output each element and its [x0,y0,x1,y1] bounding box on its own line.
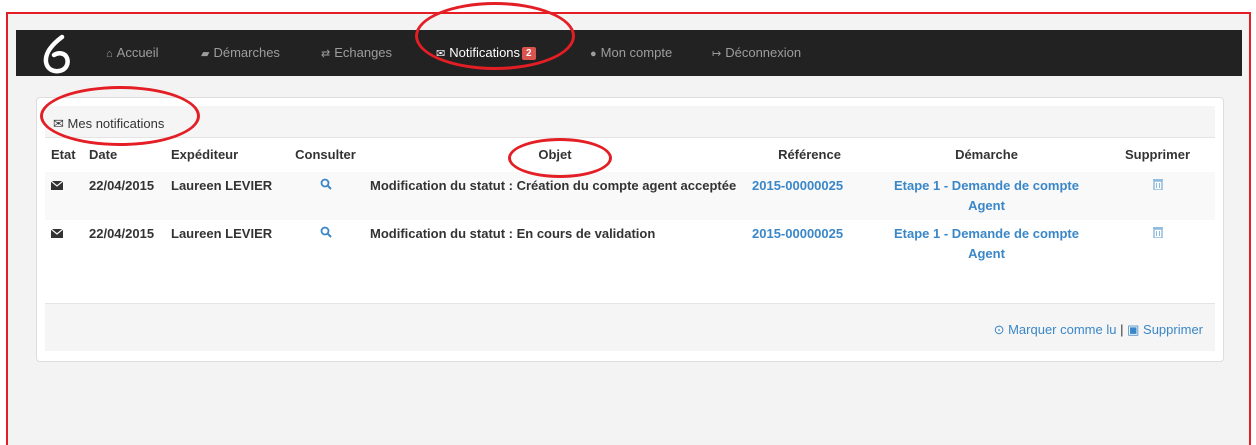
nav-accueil-label: Accueil [116,45,159,60]
row-date: 22/04/2015 [89,226,155,241]
app-logo-icon[interactable] [40,34,76,74]
footer-actions: ⊙ Marquer comme lu | ▣ Supprimer [994,322,1203,338]
col-etat: Etat [51,147,76,162]
nav-echanges[interactable]: ⇄ Echanges [321,45,392,60]
trash-icon[interactable] [1100,220,1215,268]
row-date: 22/04/2015 [89,178,155,193]
mark-read-button[interactable]: ⊙ Marquer comme lu [994,322,1117,337]
col-date: Date [89,147,118,162]
col-expediteur: Expéditeur [171,147,239,162]
consult-search-icon[interactable] [287,220,364,268]
col-consulter: Consulter [295,147,356,162]
col-demarche: Démarche [955,147,1018,162]
row-expediteur: Laureen LEVIER [171,226,273,241]
nav-deconnexion[interactable]: ↦ Déconnexion [712,45,801,60]
panel-heading: ✉ Mes notifications [45,106,1215,138]
nav-demarches[interactable]: ▰ Démarches [201,45,280,60]
col-supprimer: Supprimer [1124,147,1190,162]
nav-mon-compte[interactable]: ● Mon compte [590,45,672,60]
table-header-row: Etat Date Expéditeur Consulter Objet Réf… [45,143,1215,172]
annotation-ellipse-objet [508,138,612,178]
row-objet: Modification du statut : En cours de val… [370,226,656,241]
panel-footer: ⊙ Marquer comme lu | ▣ Supprimer [45,303,1215,351]
row-demarche-link[interactable]: Etape 1 - Demande de compte Agent [873,220,1100,268]
row-demarche-link[interactable]: Etape 1 - Demande de compte Agent [873,172,1100,220]
check-circle-icon: ⊙ [993,322,1005,337]
row-expediteur: Laureen LEVIER [171,178,273,193]
delete-label: Supprimer [1143,322,1203,337]
folder-icon: ▰ [201,48,210,60]
annotation-ellipse-notifications [415,2,575,70]
consult-search-icon[interactable] [287,172,364,220]
row-reference-link[interactable]: 2015-00000025 [746,220,873,268]
notifications-panel: ✉ Mes notifications Etat Date Expéditeur… [36,97,1224,362]
table-row: 22/04/2015 Laureen LEVIER Modification d… [45,220,1215,268]
nav-mon-compte-label: Mon compte [600,45,673,60]
footer-separator: | [1120,322,1124,337]
unread-mail-icon [45,172,83,220]
mark-read-label: Marquer comme lu [1008,322,1117,337]
logout-icon: ↦ [712,48,722,60]
exchange-icon: ⇄ [321,48,331,60]
nav-accueil[interactable]: ⌂ Accueil [106,45,159,60]
unread-mail-icon [45,220,83,268]
home-icon: ⌂ [106,48,113,60]
trash-icon[interactable] [1100,172,1215,220]
row-reference-link[interactable]: 2015-00000025 [746,172,873,220]
nav-demarches-label: Démarches [213,45,280,60]
delete-selected-button[interactable]: ▣ Supprimer [1127,322,1203,337]
row-objet: Modification du statut : Création du com… [370,178,737,193]
table-row: 22/04/2015 Laureen LEVIER Modification d… [45,172,1215,220]
top-navbar: ⌂ Accueil ▰ Démarches ⇄ Echanges ✉ Notificat… [16,30,1242,76]
col-reference: Référence [778,147,841,162]
nav-echanges-label: Echanges [334,45,393,60]
nav-deconnexion-label: Déconnexion [725,45,802,60]
notifications-table: Etat Date Expéditeur Consulter Objet Réf… [45,143,1215,268]
annotation-ellipse-title [40,86,200,146]
trash-icon: ▣ [1127,322,1140,337]
user-icon: ● [590,48,597,60]
